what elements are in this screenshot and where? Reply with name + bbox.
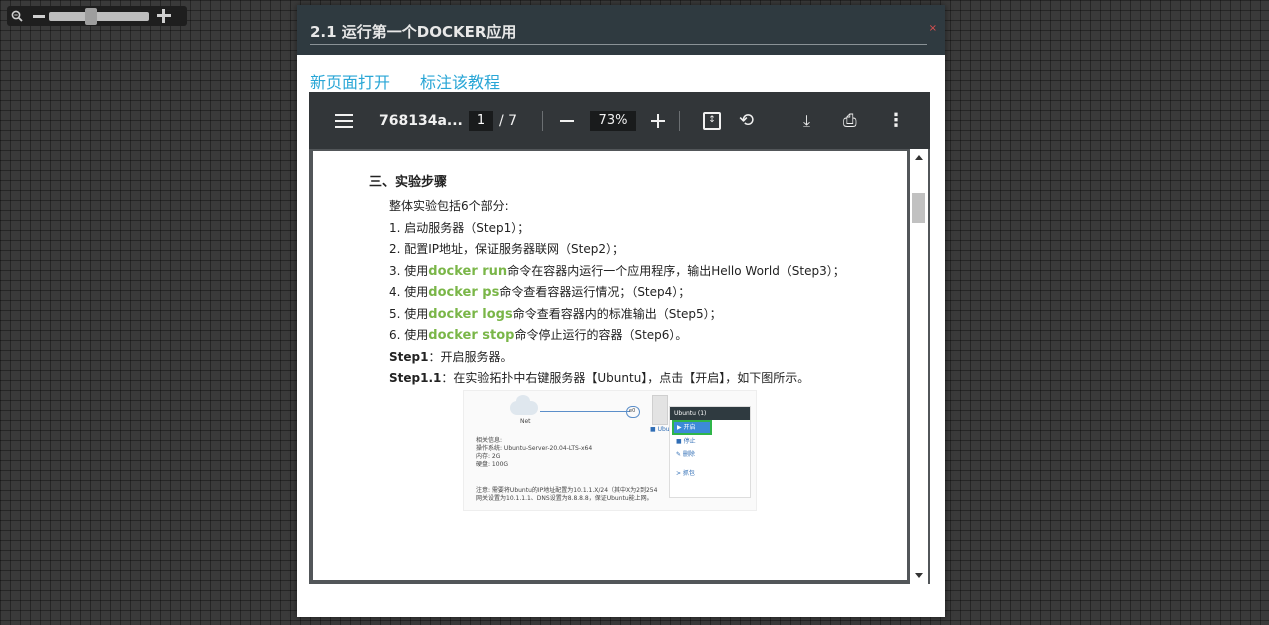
command-text: docker ps bbox=[428, 285, 500, 300]
step-line: 2. 配置IP地址，保证服务器联网（Step2）； bbox=[389, 242, 624, 256]
zoom-input[interactable]: 73% bbox=[590, 110, 636, 131]
plus-icon bbox=[651, 113, 665, 128]
interface-node: e0 bbox=[626, 406, 640, 418]
server-icon bbox=[652, 395, 668, 425]
fit-page-icon: ↕ bbox=[703, 111, 721, 130]
document-content: 三、实验步骤 整体实验包括6个部分: 1. 启动服务器（Step1）； 2. 配… bbox=[369, 171, 845, 390]
zoom-in-button[interactable] bbox=[651, 92, 665, 149]
menu-item-delete: ✎ 删除 bbox=[676, 451, 695, 458]
step-line: 6. 使用docker stop命令停止运行的容器（Step6）。 bbox=[389, 328, 688, 343]
command-text: docker run bbox=[428, 263, 508, 279]
net-label: Net bbox=[520, 418, 531, 425]
zoom-magnifier-icon[interactable] bbox=[7, 6, 27, 26]
pdf-toolbar: 768134a... 1 / 7 73% ↕ ⟲ ⤓ ⎙ ⋮ bbox=[309, 92, 930, 149]
menu-icon[interactable] bbox=[335, 92, 353, 149]
zoom-slider[interactable] bbox=[49, 7, 149, 25]
rotate-icon[interactable]: ⟲ bbox=[739, 92, 754, 149]
pdf-viewer: 768134a... 1 / 7 73% ↕ ⟲ ⤓ ⎙ ⋮ 三、实验步骤 整体… bbox=[309, 92, 930, 584]
annotate-tutorial-link[interactable]: 标注该教程 bbox=[420, 73, 500, 92]
page-number-input[interactable]: 1 bbox=[469, 110, 493, 131]
scroll-down-icon[interactable] bbox=[915, 573, 923, 578]
step11-line: Step1.1：在实验拓扑中右键服务器【Ubuntu】，点击【开启】，如下图所示… bbox=[389, 371, 810, 385]
server-label: ■ Ubu bbox=[650, 426, 670, 433]
menu-item-start: ▶ 开启 bbox=[672, 420, 712, 435]
topology-figure: Net e0 ■ Ubu Ubuntu (1) ▶ 开启 ■ 停止 ✎ 删除 >… bbox=[463, 390, 757, 511]
page-indicator: 1 / 7 bbox=[469, 92, 517, 149]
tutorial-dialog: 2.1 运行第一个DOCKER应用 × 新页面打开 标注该教程 768134a..… bbox=[297, 5, 945, 617]
network-link bbox=[540, 411, 630, 412]
step1-line: Step1：开启服务器。 bbox=[389, 349, 513, 364]
scroll-up-icon[interactable] bbox=[915, 155, 923, 160]
intro-line: 整体实验包括6个部分: bbox=[389, 199, 509, 213]
dialog-title: 2.1 运行第一个DOCKER应用 bbox=[310, 21, 927, 45]
minus-icon bbox=[560, 119, 574, 122]
toolbar-divider bbox=[679, 92, 680, 149]
pdf-scrollbar[interactable] bbox=[910, 149, 928, 584]
zoom-out-icon[interactable] bbox=[33, 14, 45, 18]
open-new-page-link[interactable]: 新页面打开 bbox=[310, 73, 390, 92]
step-line: 3. 使用docker run命令在容器内运行一个应用程序，输出Hello Wo… bbox=[389, 263, 845, 279]
fit-page-button[interactable]: ↕ bbox=[703, 92, 721, 149]
context-menu-title: Ubuntu (1) bbox=[670, 407, 750, 420]
zoom-slider-thumb[interactable] bbox=[85, 7, 97, 25]
note-text: 注意: 需要将Ubuntu的IP地址配置为10.1.1.X/24（其中X为2到2… bbox=[476, 487, 658, 502]
context-menu: Ubuntu (1) ▶ 开启 ■ 停止 ✎ 删除 > 抓包 bbox=[669, 406, 751, 498]
zoom-control bbox=[7, 6, 187, 26]
menu-item-stop: ■ 停止 bbox=[676, 438, 696, 445]
zoom-out-button[interactable] bbox=[560, 92, 574, 149]
download-icon[interactable]: ⤓ bbox=[803, 92, 810, 149]
cloud-icon bbox=[510, 395, 538, 415]
command-text: docker stop bbox=[428, 328, 515, 343]
toolbar-divider bbox=[542, 92, 543, 149]
scroll-thumb[interactable] bbox=[912, 193, 925, 223]
dialog-links: 新页面打开 标注该教程 bbox=[310, 69, 530, 93]
zoom-level: 73% bbox=[590, 92, 636, 149]
menu-item-capture: > 抓包 bbox=[676, 470, 695, 477]
command-text: docker logs bbox=[428, 306, 513, 322]
step-line: 1. 启动服务器（Step1）； bbox=[389, 220, 530, 235]
pdf-file-name: 768134a... bbox=[379, 112, 463, 129]
close-icon[interactable]: × bbox=[929, 23, 937, 34]
page-total: / 7 bbox=[499, 112, 518, 129]
pdf-page: 三、实验步骤 整体实验包括6个部分: 1. 启动服务器（Step1）； 2. 配… bbox=[313, 151, 907, 580]
step-line: 5. 使用docker logs命令查看容器内的标准输出（Step5）； bbox=[389, 306, 722, 322]
print-icon[interactable]: ⎙ bbox=[843, 92, 857, 149]
step-line: 4. 使用docker ps命令查看容器运行情况；（Step4）； bbox=[389, 285, 691, 300]
more-options-icon[interactable]: ⋮ bbox=[887, 92, 905, 149]
section-heading: 三、实验步骤 bbox=[369, 175, 448, 190]
info-text: 相关信息: 操作系统: Ubuntu-Server-20.04-LTS-x64 … bbox=[476, 437, 593, 468]
zoom-in-icon[interactable] bbox=[157, 9, 171, 23]
dialog-header: 2.1 运行第一个DOCKER应用 × bbox=[297, 5, 945, 55]
